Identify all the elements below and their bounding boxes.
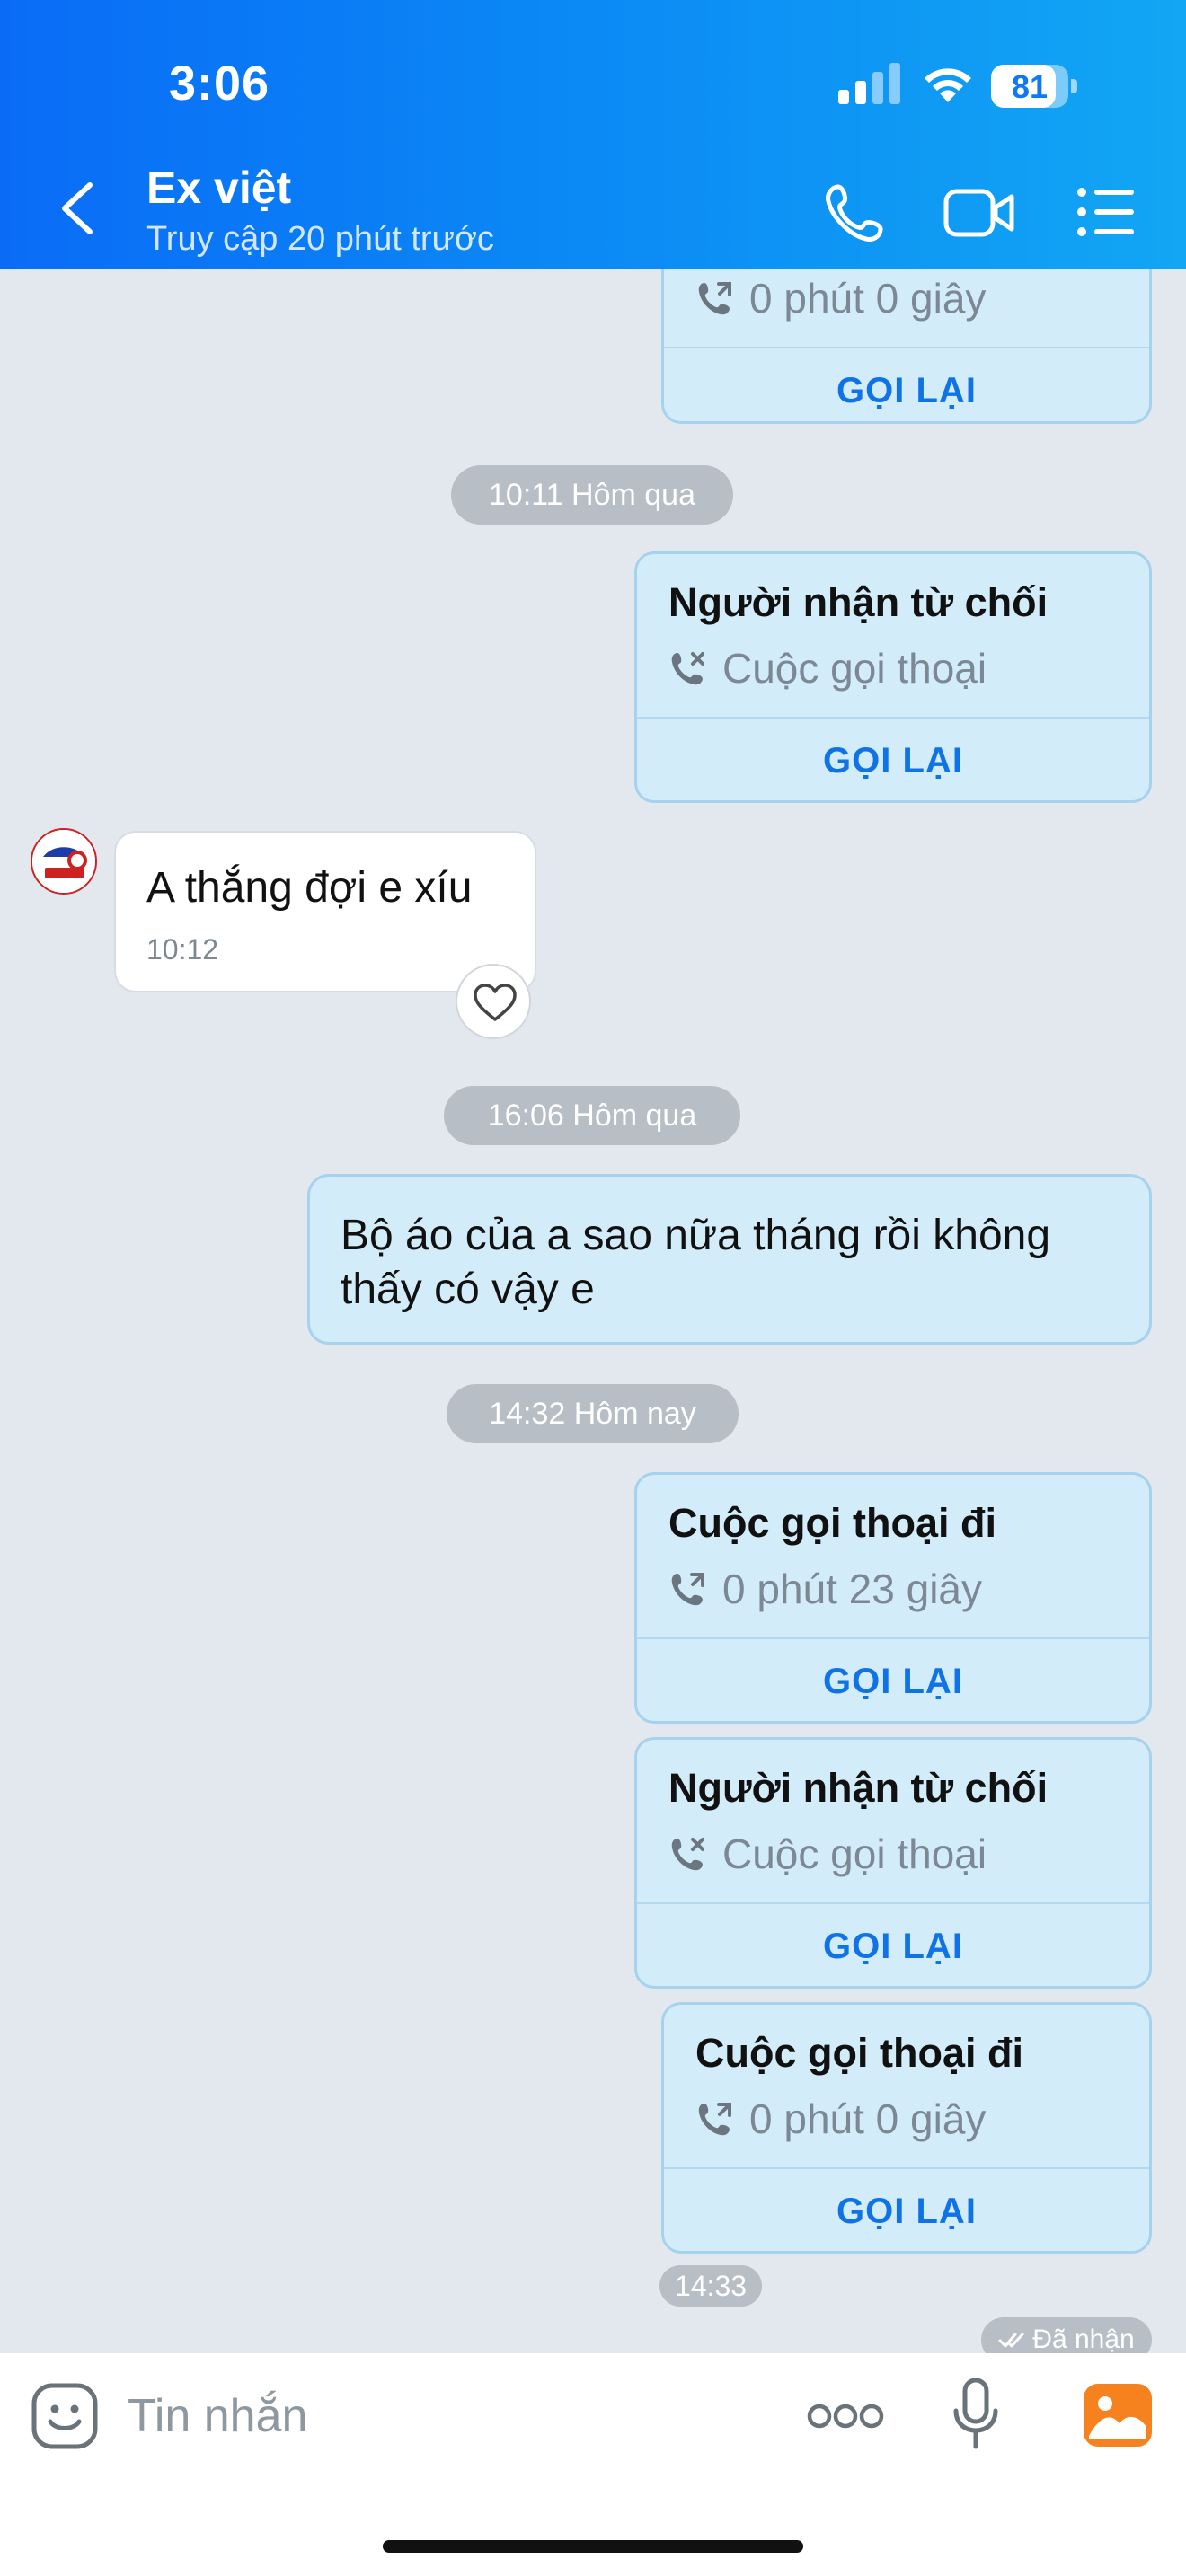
call-duration: 0 phút 0 giây bbox=[695, 274, 986, 322]
call-card-outgoing-top: 0 phút 0 giây GỌI LẠI bbox=[661, 269, 1152, 424]
missed-call-icon bbox=[671, 652, 704, 685]
contact-name[interactable]: Ex việt bbox=[146, 162, 291, 214]
wifi-icon bbox=[925, 68, 971, 102]
call-back-button[interactable]: GỌI LẠI bbox=[664, 2169, 1149, 2251]
call-duration-text: 0 phút 0 giây bbox=[749, 275, 987, 322]
cellular-signal-icon bbox=[838, 63, 900, 104]
message-list[interactable]: 0 phút 0 giây GỌI LẠI 10:11 Hôm qua Ngườ… bbox=[0, 269, 1186, 2353]
call-title: Người nhận từ chối bbox=[668, 1765, 1049, 1811]
menu-list-icon[interactable] bbox=[1076, 185, 1136, 239]
status-time: 3:06 bbox=[169, 57, 270, 110]
chat-header: 3:06 81 Ex việt Truy cập 20 phút trước bbox=[0, 0, 1186, 269]
call-duration: 0 phút 23 giây bbox=[668, 1565, 982, 1613]
call-card-rejected: Người nhận từ chối Cuộc gọi thoại GỌI LẠ… bbox=[634, 551, 1152, 803]
outgoing-call-icon bbox=[698, 282, 731, 315]
last-seen-status: Truy cập 20 phút trước bbox=[146, 220, 494, 258]
call-back-button[interactable]: GỌI LẠI bbox=[637, 1904, 1149, 1986]
call-card-rejected: Người nhận từ chối Cuộc gọi thoại GỌI LẠ… bbox=[634, 1737, 1152, 1989]
battery-icon: 81 bbox=[991, 65, 1077, 108]
voice-call-icon[interactable] bbox=[823, 181, 886, 244]
delivery-status-text: Đã nhận bbox=[1032, 2325, 1135, 2353]
double-check-icon bbox=[998, 2333, 1024, 2348]
call-back-button[interactable]: GỌI LẠI bbox=[637, 719, 1149, 800]
outgoing-message-bubble[interactable]: Bộ áo của a sao nữa tháng rồi không thấy… bbox=[307, 1174, 1152, 1345]
call-title: Người nhận từ chối bbox=[668, 579, 1049, 625]
call-duration-text: 0 phút 23 giây bbox=[722, 1566, 983, 1612]
message-text: A thắng đợi e xíu bbox=[146, 864, 473, 912]
date-separator: 14:32 Hôm nay bbox=[447, 1384, 739, 1443]
call-duration-text: 0 phút 0 giây bbox=[749, 2095, 987, 2142]
call-detail: Cuộc gọi thoại bbox=[668, 644, 987, 693]
message-time: 14:33 bbox=[659, 2265, 762, 2307]
delivery-status-badge: Đã nhận bbox=[981, 2317, 1152, 2353]
message-input[interactable]: Tin nhắn bbox=[128, 2380, 774, 2452]
date-separator: 16:06 Hôm qua bbox=[444, 1086, 740, 1145]
message-composer: Tin nhắn bbox=[0, 2353, 1186, 2576]
call-card-outgoing: Cuộc gọi thoại đi 0 phút 23 giây GỌI LẠI bbox=[634, 1472, 1152, 1724]
call-back-button[interactable]: GỌI LẠI bbox=[637, 1639, 1149, 1721]
message-text: Bộ áo của a sao nữa tháng rồi không thấy… bbox=[341, 1212, 1051, 1313]
call-detail-text: Cuộc gọi thoại bbox=[722, 645, 987, 692]
home-indicator bbox=[383, 2540, 803, 2553]
call-title: Cuộc gọi thoại đi bbox=[668, 1500, 996, 1546]
sticker-emoji-icon[interactable] bbox=[31, 2382, 99, 2450]
photo-gallery-icon[interactable] bbox=[1084, 2384, 1152, 2447]
call-title: Cuộc gọi thoại đi bbox=[695, 2030, 1023, 2076]
call-detail-text: Cuộc gọi thoại bbox=[722, 1831, 987, 1877]
outgoing-call-icon bbox=[671, 1573, 704, 1606]
battery-level: 81 bbox=[1011, 68, 1049, 105]
brand-logo-icon bbox=[32, 830, 95, 893]
date-separator: 10:11 Hôm qua bbox=[451, 465, 733, 525]
outgoing-call-icon bbox=[698, 2103, 731, 2136]
contact-avatar[interactable] bbox=[31, 828, 97, 895]
call-card-outgoing: Cuộc gọi thoại đi 0 phút 0 giây GỌI LẠI bbox=[661, 2002, 1152, 2254]
missed-call-icon bbox=[671, 1838, 704, 1871]
more-options-icon[interactable] bbox=[807, 2400, 884, 2432]
video-call-icon[interactable] bbox=[943, 184, 1015, 242]
message-time: 10:12 bbox=[146, 933, 219, 966]
call-back-button[interactable]: GỌI LẠI bbox=[664, 348, 1149, 421]
heart-icon bbox=[474, 984, 517, 1021]
call-detail: Cuộc gọi thoại bbox=[668, 1830, 987, 1878]
call-duration: 0 phút 0 giây bbox=[695, 2095, 986, 2143]
microphone-icon[interactable] bbox=[952, 2377, 999, 2452]
react-heart-button[interactable] bbox=[456, 964, 531, 1039]
back-chevron-icon[interactable] bbox=[56, 180, 101, 237]
